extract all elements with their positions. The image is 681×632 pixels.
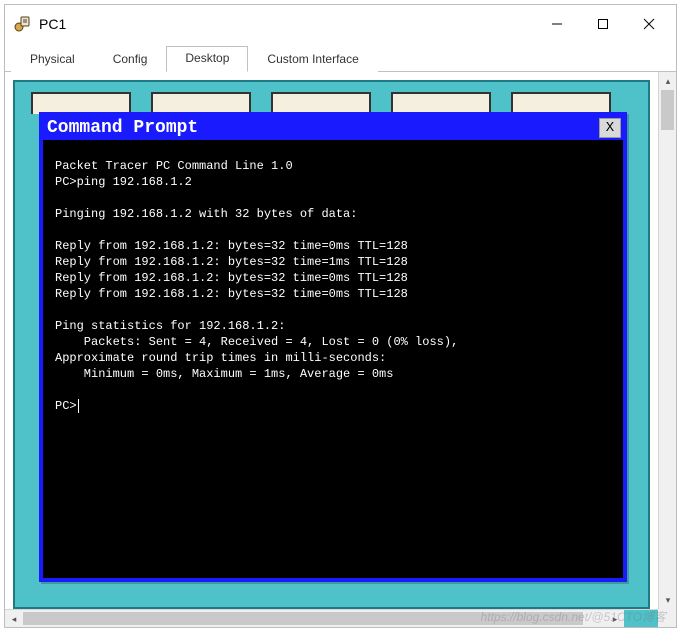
command-prompt-body[interactable]: Packet Tracer PC Command Line 1.0 PC>pin… [43,140,623,578]
terminal-output: Packet Tracer PC Command Line 1.0 PC>pin… [55,159,458,413]
chevron-left-icon: ◂ [12,614,17,625]
tab-config[interactable]: Config [94,47,167,72]
command-prompt-title: Command Prompt [47,118,198,138]
desktop-tile[interactable] [31,92,131,114]
terminal-cursor [78,399,79,413]
tab-physical[interactable]: Physical [11,47,94,72]
vscroll-thumb[interactable] [661,90,674,130]
scroll-up-button[interactable]: ▴ [659,72,676,90]
tab-strip: Physical Config Desktop Custom Interface [5,43,676,72]
window-controls [534,8,672,40]
close-button[interactable] [626,8,672,40]
window-title: PC1 [39,16,66,32]
horizontal-scrollbar[interactable]: ◂ ▸ [5,609,658,627]
command-prompt-close-button[interactable]: X [599,118,621,138]
command-prompt-window: Command Prompt X Packet Tracer PC Comman… [39,112,627,582]
desktop-background: Command Prompt X Packet Tracer PC Comman… [13,80,650,609]
tab-custom-interface[interactable]: Custom Interface [248,47,377,72]
hscroll-spacer [624,610,658,627]
desktop-tile[interactable] [391,92,491,114]
chevron-down-icon: ▾ [666,595,671,606]
content-area: Command Prompt X Packet Tracer PC Comman… [5,72,676,627]
desktop-pane: Command Prompt X Packet Tracer PC Comman… [5,72,658,609]
scroll-right-button[interactable]: ▸ [606,610,624,627]
minimize-button[interactable] [534,8,580,40]
hscroll-thumb[interactable] [23,612,583,625]
scroll-corner [658,609,676,627]
desktop-tile[interactable] [271,92,371,114]
app-window: PC1 Physical Config Desktop Custom Inter… [4,4,677,628]
vscroll-track[interactable] [659,90,676,591]
window-titlebar[interactable]: PC1 [5,5,676,43]
vertical-scrollbar[interactable]: ▴ ▾ [658,72,676,609]
chevron-right-icon: ▸ [613,614,618,625]
chevron-up-icon: ▴ [666,76,671,87]
scroll-left-button[interactable]: ◂ [5,610,23,627]
desktop-tile[interactable] [151,92,251,114]
desktop-tile[interactable] [511,92,611,114]
tab-desktop[interactable]: Desktop [166,46,248,72]
hscroll-track[interactable] [23,610,606,627]
scroll-down-button[interactable]: ▾ [659,591,676,609]
maximize-button[interactable] [580,8,626,40]
command-prompt-titlebar[interactable]: Command Prompt X [43,116,623,140]
app-icon [13,15,31,33]
